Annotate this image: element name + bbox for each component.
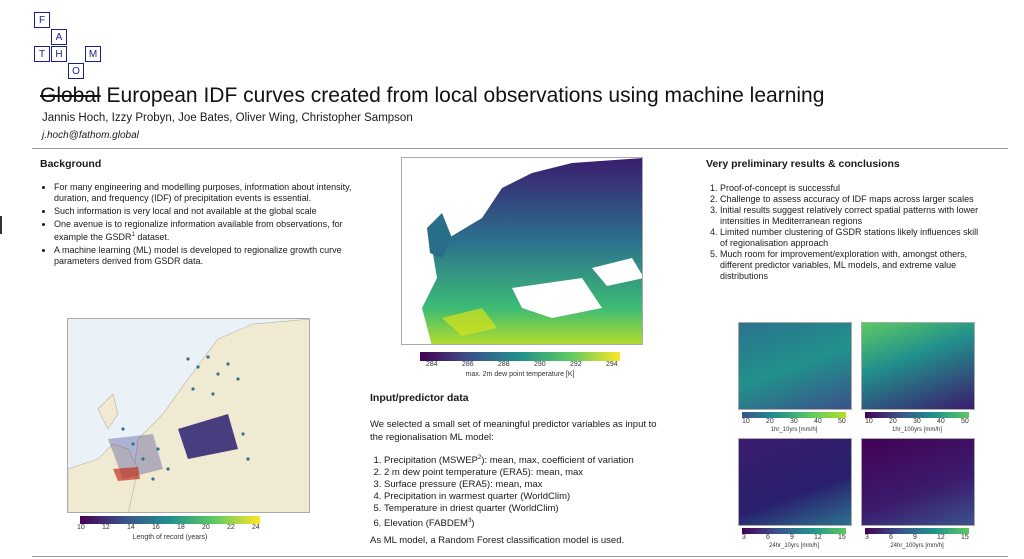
colorbar-tick: 16 [152,524,160,531]
background-heading: Background [40,158,102,170]
input-intro: We selected a small set of meaningful pr… [370,419,657,443]
list-item: Much room for improvement/exploration wi… [720,249,988,282]
idf-colorbar: 3 6 9 12 15 24hr_100yrs [mm/h] [865,528,975,549]
colorbar-tick: 284 [426,361,438,368]
title-text: European IDF curves created from local o… [100,84,825,107]
title-struck-word: Global [40,84,101,107]
colorbar-tick: 22 [227,524,235,531]
predictor-list: Precipitation (MSWEP2): mean, max, coeff… [370,452,704,530]
list-item: Elevation (FABDEM3) [384,515,704,530]
logo-letter: O [68,63,84,79]
idf-map-1hr-10yrs [738,322,852,410]
logo-letter: M [85,46,101,62]
colorbar-tick: 12 [102,524,110,531]
idf-colorbar: 10 20 30 40 50 1hr_100yrs [mm/h] [865,412,975,433]
dewpoint-colorbar: 284 286 288 290 292 294 max. 2m dew poin… [420,352,630,378]
logo-letter: A [51,29,67,45]
station-map [67,318,310,513]
results-list: Proof-of-concept is successful Challenge… [706,183,988,282]
list-item: Challenge to assess accuracy of IDF maps… [720,194,988,205]
poster-title: Global European IDF curves created from … [40,84,824,108]
list-item: Limited number clustering of GSDR statio… [720,227,988,249]
colorbar-label: 1hr_10yrs [mm/h] [770,427,818,433]
list-item: Such information is very local and not a… [54,206,359,217]
list-item: One avenue is to regionalize information… [54,219,359,243]
logo-letter: T [34,46,50,62]
list-item: Precipitation in warmest quarter (WorldC… [384,491,704,503]
author-list: Jannis Hoch, Izzy Probyn, Joe Bates, Oli… [42,112,413,124]
colorbar-tick: 294 [606,361,618,368]
list-item: Temperature in driest quarter (WorldClim… [384,503,704,515]
colorbar-tick: 286 [462,361,474,368]
colorbar-tick: 14 [127,524,135,531]
list-item: Precipitation (MSWEP2): mean, max, coeff… [384,452,704,467]
fathom-logo: F A T H O M [34,12,102,80]
colorbar-tick: 18 [177,524,185,531]
list-item: Surface pressure (ERA5): mean, max [384,479,704,491]
logo-letter: H [51,46,67,62]
idf-colorbar: 10 20 30 40 50 1hr_10yrs [mm/h] [742,412,852,433]
list-item: Initial results suggest relatively corre… [720,205,988,227]
station-colorbar: 10 12 14 16 18 20 22 24 Length of record… [77,516,270,541]
colorbar-label: max. 2m dew point temperature [K] [465,371,575,378]
dewpoint-map-graphic [402,158,642,344]
dewpoint-map [401,157,643,345]
idf-map-24hr-100yrs [861,438,975,526]
logo-letter: F [34,12,50,28]
idf-colorbar: 3 6 9 12 15 24hr_10yrs [mm/h] [742,528,852,549]
list-item: Proof-of-concept is successful [720,183,988,194]
colorbar-label: 1hr_100yrs [mm/h] [891,427,943,433]
list-item: For many engineering and modelling purpo… [54,182,359,204]
colorbar-tick: 20 [202,524,210,531]
colorbar-tick: 292 [570,361,582,368]
colorbar-tick: 10 [77,524,85,531]
colorbar-gradient [420,352,620,361]
colorbar-label: 24hr_100yrs [mm/h] [890,543,944,549]
model-note: As ML model, a Random Forest classificat… [370,535,625,546]
colorbar-gradient [80,516,260,524]
background-list: For many engineering and modelling purpo… [40,182,359,269]
colorbar-label: 24hr_10yrs [mm/h] [768,543,820,549]
input-heading: Input/predictor data [370,392,469,404]
list-item: A machine learning (ML) model is develop… [54,245,359,267]
colorbar-tick: 24 [252,524,260,531]
page-edge-mark [0,216,2,234]
colorbar-label: Length of record (years) [132,534,208,541]
idf-map-24hr-10yrs [738,438,852,526]
contact-email[interactable]: j.hoch@fathom.global [42,130,139,141]
idf-map-1hr-100yrs [861,322,975,410]
colorbar-tick: 290 [534,361,546,368]
results-heading: Very preliminary results & conclusions [706,158,900,170]
list-item: 2 m dew point temperature (ERA5): mean, … [384,467,704,479]
station-map-graphic [68,319,309,512]
colorbar-tick: 288 [498,361,510,368]
divider-line [32,556,1008,557]
divider-line [32,148,1008,149]
